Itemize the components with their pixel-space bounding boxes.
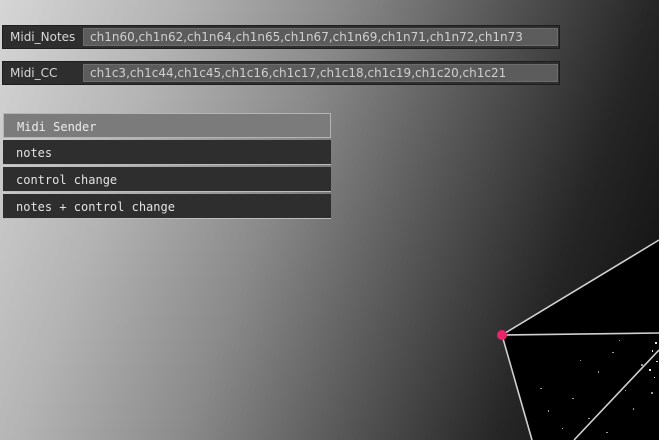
dark-polygon (502, 240, 659, 440)
polygon-canvas (497, 239, 659, 440)
vertex-handle[interactable] (497, 330, 507, 340)
